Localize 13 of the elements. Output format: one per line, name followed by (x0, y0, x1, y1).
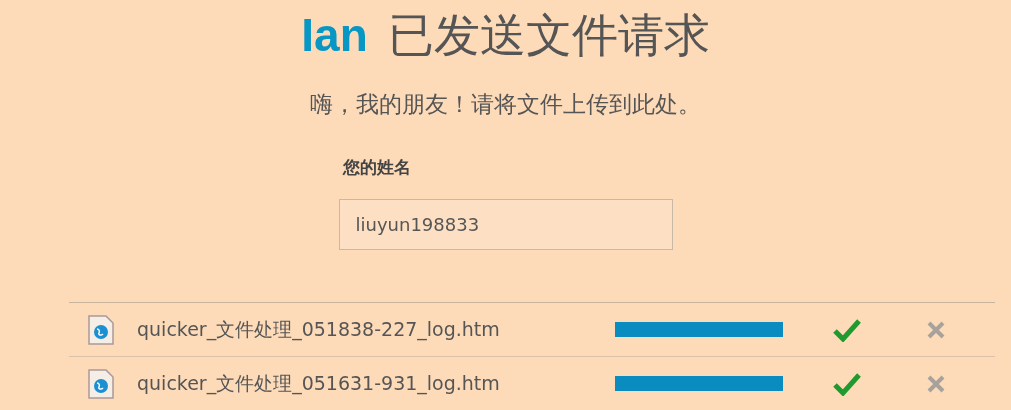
web-file-icon (87, 368, 115, 399)
web-file-icon (87, 314, 115, 345)
file-name: quicker_文件处理_051631-931_log.htm (137, 370, 501, 397)
name-field[interactable]: liuyun198833 (338, 199, 673, 250)
subtitle: 嗨，我的朋友！请将文件上传到此处。 (310, 90, 701, 119)
checkmark-icon (833, 317, 861, 342)
checkmark-icon (833, 371, 861, 396)
file-name: quicker_文件处理_051838-227_log.htm (137, 316, 501, 343)
close-icon[interactable] (926, 319, 946, 340)
sender-name: Ian (301, 8, 368, 63)
page-title: 已发送文件请求 (387, 7, 710, 64)
name-label: 您的姓名 (342, 156, 412, 179)
close-icon[interactable] (926, 373, 946, 394)
